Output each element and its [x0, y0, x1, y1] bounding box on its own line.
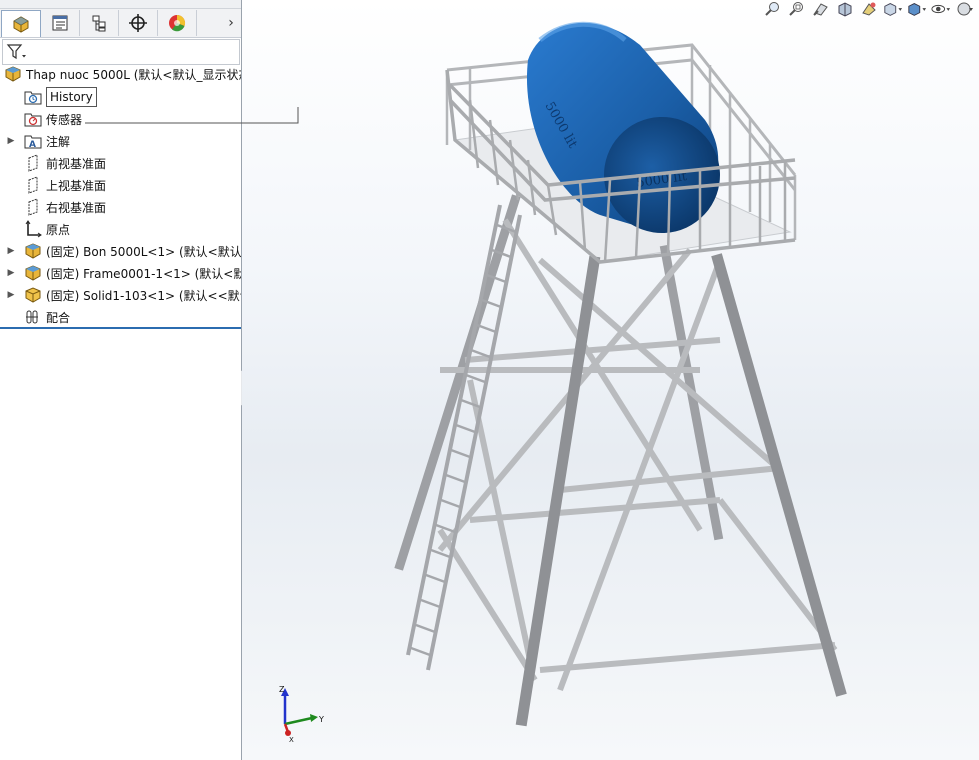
tree-item-top-plane[interactable]: 上视基准面: [24, 175, 106, 195]
tree-item-sensors[interactable]: 传感器: [24, 109, 82, 129]
feature-tree-filter[interactable]: [2, 39, 240, 65]
tab-scroll-right-icon[interactable]: ›: [223, 13, 239, 33]
tab-feature-manager[interactable]: [1, 10, 41, 37]
graphics-viewport[interactable]: 5000 lit 5000 lit Z Y X: [242, 0, 979, 760]
top-plane-label: 上视基准面: [46, 178, 107, 193]
tree-item-component-frame[interactable]: (固定) Frame0001-1<1> (默认<默: [24, 263, 242, 283]
tree-root-assembly[interactable]: Thap nuoc 5000L (默认<默认_显示状态: [4, 64, 242, 84]
appearance-icon[interactable]: [955, 1, 975, 17]
access-ladder[interactable]: [406, 204, 522, 671]
tab-display-manager[interactable]: [158, 10, 197, 36]
annotation-folder-icon: A: [24, 132, 42, 150]
part-icon: [24, 286, 42, 304]
subassembly-icon: [24, 264, 42, 282]
mates-icon: [24, 308, 42, 326]
view-orientation-icon[interactable]: [883, 1, 903, 17]
plane-icon: [24, 176, 42, 194]
previous-view-icon[interactable]: [811, 1, 831, 17]
sensor-folder-icon: [24, 110, 42, 128]
panel-top-strip: [0, 0, 241, 9]
expand-annotations-icon[interactable]: ▶: [6, 136, 16, 146]
configuration-manager-icon: [92, 15, 106, 32]
origin-label: 原点: [46, 222, 71, 237]
tab-property-manager[interactable]: [41, 10, 80, 36]
expand-component-icon[interactable]: ▶: [6, 246, 16, 256]
history-folder-icon: [24, 88, 42, 106]
triad-z-label: Z: [279, 685, 285, 694]
zoom-area-icon[interactable]: [787, 1, 807, 17]
plane-icon: [24, 198, 42, 216]
subassembly-icon: [24, 242, 42, 260]
history-label: History: [46, 87, 97, 107]
dimxpert-icon: [129, 14, 147, 32]
plane-icon: [24, 154, 42, 172]
component-frame-label: (固定) Frame0001-1<1> (默认<默: [46, 266, 242, 281]
annotations-label: 注解: [46, 134, 71, 149]
hide-show-icon[interactable]: [931, 1, 951, 17]
origin-icon: [24, 220, 42, 238]
right-plane-label: 右视基准面: [46, 200, 107, 215]
display-style-icon[interactable]: [907, 1, 927, 17]
svg-text:A: A: [29, 140, 36, 150]
tree-item-component-bon[interactable]: (固定) Bon 5000L<1> (默认<默认_: [24, 241, 242, 261]
expand-component-icon[interactable]: ▶: [6, 268, 16, 278]
feature-manager-panel: › Thap nuoc 5000L (默认<默认_显示状态 History 传感…: [0, 0, 242, 760]
tree-item-annotations[interactable]: A 注解: [24, 131, 70, 151]
front-plane-label: 前视基准面: [46, 156, 107, 171]
component-bon-label: (固定) Bon 5000L<1> (默认<默认_: [46, 244, 242, 259]
expand-component-icon[interactable]: ▶: [6, 290, 16, 300]
tree-item-right-plane[interactable]: 右视基准面: [24, 197, 106, 217]
property-manager-icon: [52, 15, 68, 31]
display-manager-icon: [169, 14, 186, 32]
water-tower-model[interactable]: 5000 lit 5000 lit: [242, 0, 979, 760]
tab-configuration-manager[interactable]: [80, 10, 119, 36]
tree-item-origin[interactable]: 原点: [24, 219, 70, 239]
triad-y-label: Y: [318, 715, 324, 724]
tab-dimxpert-manager[interactable]: [119, 10, 158, 36]
tree-end-divider: [0, 327, 241, 329]
tree-item-history[interactable]: History: [24, 87, 97, 107]
triad-x-label: X: [289, 736, 294, 744]
tree-item-mates[interactable]: 配合: [24, 307, 70, 327]
section-view-icon[interactable]: [835, 1, 855, 17]
filter-icon[interactable]: [6, 42, 28, 62]
tree-item-front-plane[interactable]: 前视基准面: [24, 153, 106, 173]
assembly-icon: [4, 65, 22, 83]
zoom-to-fit-icon[interactable]: [763, 1, 783, 17]
mates-label: 配合: [46, 310, 71, 325]
tree-root-label: Thap nuoc 5000L (默认<默认_显示状态: [26, 67, 242, 82]
dynamic-annotation-icon[interactable]: [859, 1, 879, 17]
tree-item-component-solid[interactable]: (固定) Solid1-103<1> (默认<<默认: [24, 285, 242, 305]
coordinate-triad: Z Y X: [279, 685, 324, 744]
sensors-label: 传感器: [46, 112, 83, 127]
manager-tab-bar: ›: [0, 9, 241, 38]
feature-manager-icon: [13, 16, 29, 33]
heads-up-view-toolbar: [763, 0, 975, 18]
component-solid-label: (固定) Solid1-103<1> (默认<<默认: [46, 288, 242, 303]
